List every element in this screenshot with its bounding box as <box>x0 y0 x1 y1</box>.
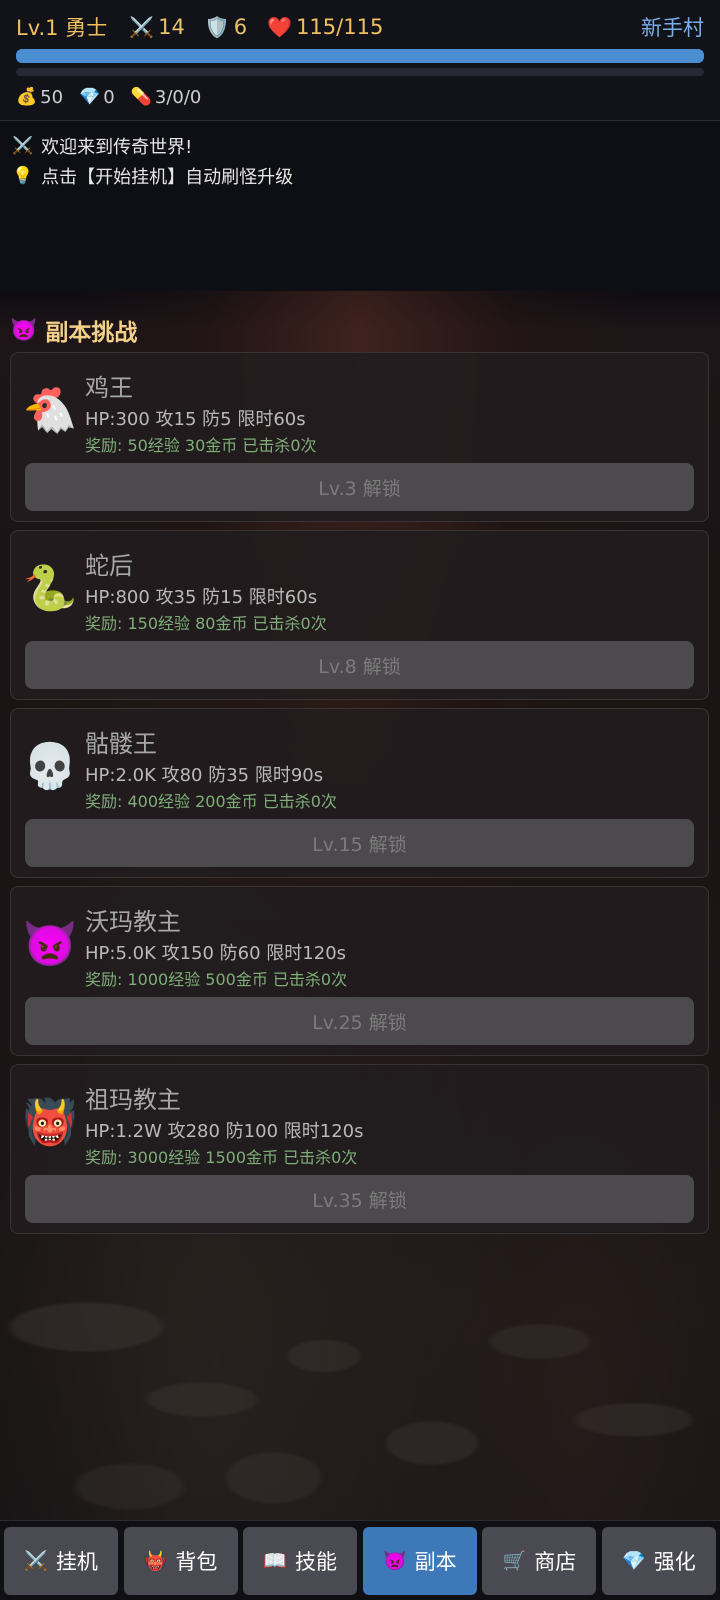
location-label[interactable]: 新手村 <box>641 12 704 42</box>
potion-value: 3/0/0 <box>154 86 202 108</box>
ogre-icon: 👹 <box>143 1550 168 1572</box>
boss-reward: 奖励: 50经验 30金币 已击杀0次 <box>85 436 317 455</box>
log-line: 💡 点击【开始挂机】自动刷怪升级 <box>12 163 293 189</box>
boss-reward: 奖励: 400经验 200金币 已击杀0次 <box>85 792 337 811</box>
exp-bar <box>16 68 704 76</box>
nav-label: 技能 <box>295 1549 338 1574</box>
boss-stats: HP:2.0K 攻80 防35 限时90s <box>85 765 324 786</box>
resources-row: 💰 50 💎 0 💊 3/0/0 <box>16 84 217 110</box>
hp-bar <box>16 49 704 63</box>
nav-idle-button[interactable]: ⚔️ 挂机 <box>4 1526 118 1595</box>
nav-dungeon-button[interactable]: 👿 副本 <box>362 1526 477 1595</box>
crossed-swords-icon: ⚔️ <box>24 1550 48 1572</box>
player-stats-row: Lv.1 勇士 ⚔️ 14 🛡️ 6 ❤️ 115/115 新手村 <box>16 12 704 42</box>
devil-icon: 👿 <box>22 919 78 970</box>
snake-icon: 🐍 <box>22 563 78 614</box>
dungeon-card-chicken-king: 🐔 鸡王 HP:300 攻15 防5 限时60s 奖励: 50经验 30金币 已… <box>10 352 709 522</box>
hp-bar-fill <box>16 49 704 63</box>
unlock-button[interactable]: Lv.35 解锁 <box>25 1175 694 1223</box>
nav-label: 挂机 <box>55 1549 98 1574</box>
crossed-swords-icon: ⚔️ <box>12 136 34 156</box>
dungeon-card-woma-leader: 👿 沃玛教主 HP:5.0K 攻150 防60 限时120s 奖励: 1000经… <box>10 886 709 1056</box>
section-title: 👿 副本挑战 <box>10 310 137 350</box>
lightbulb-icon: 💡 <box>12 166 34 186</box>
hp-value: 115/115 <box>296 15 384 39</box>
gem-value: 0 <box>103 86 115 108</box>
attack-stat: ⚔️ 14 <box>129 15 185 39</box>
nav-label: 副本 <box>414 1549 457 1574</box>
attack-value: 14 <box>158 15 185 39</box>
nav-label: 背包 <box>175 1549 218 1574</box>
book-icon: 📖 <box>263 1550 288 1572</box>
ogre-icon: 👹 <box>22 1097 78 1148</box>
unlock-button[interactable]: Lv.8 解锁 <box>25 641 694 689</box>
boss-name: 鸡王 <box>85 374 133 402</box>
boss-stats: HP:5.0K 攻150 防60 限时120s <box>85 943 347 964</box>
gold-value: 50 <box>40 86 64 108</box>
background-cobblestones <box>0 1240 720 1530</box>
shopping-cart-icon: 🛒 <box>502 1550 527 1572</box>
boss-name: 骷髅王 <box>85 730 157 758</box>
log-line: ⚔️ 欢迎来到传奇世界! <box>12 133 192 159</box>
chicken-icon: 🐔 <box>22 385 78 436</box>
dungeon-card-skeleton-king: 💀 骷髅王 HP:2.0K 攻80 防35 限时90s 奖励: 400经验 20… <box>10 708 709 878</box>
gold-resource: 💰 50 <box>16 87 63 108</box>
boss-stats: HP:800 攻35 防15 限时60s <box>85 587 318 608</box>
crossed-swords-icon: ⚔️ <box>129 15 155 39</box>
class-name: 勇士 <box>65 16 108 40</box>
message-log: ⚔️ 欢迎来到传奇世界! 💡 点击【开始挂机】自动刷怪升级 <box>0 121 720 291</box>
skull-icon: 💀 <box>22 741 78 792</box>
nav-bag-button[interactable]: 👹 背包 <box>123 1526 238 1595</box>
dungeon-card-snake-queen: 🐍 蛇后 HP:800 攻35 防15 限时60s 奖励: 150经验 80金币… <box>10 530 709 700</box>
unlock-button[interactable]: Lv.3 解锁 <box>25 463 694 511</box>
boss-stats: HP:1.2W 攻280 防100 限时120s <box>85 1121 364 1142</box>
dungeon-list: 🐔 鸡王 HP:300 攻15 防5 限时60s 奖励: 50经验 30金币 已… <box>10 352 709 1242</box>
log-text: 点击【开始挂机】自动刷怪升级 <box>41 167 294 188</box>
pill-icon: 💊 <box>130 87 152 107</box>
nav-label: 强化 <box>653 1549 696 1574</box>
shield-icon: 🛡️ <box>204 15 230 39</box>
defense-value: 6 <box>233 15 248 39</box>
devil-icon: 👿 <box>382 1550 407 1572</box>
nav-label: 商店 <box>534 1549 577 1574</box>
boss-name: 蛇后 <box>85 552 133 580</box>
boss-name: 祖玛教主 <box>85 1086 181 1114</box>
nav-shop-button[interactable]: 🛒 商店 <box>482 1526 597 1595</box>
potion-resource: 💊 3/0/0 <box>131 87 202 108</box>
boss-stats: HP:300 攻15 防5 限时60s <box>85 409 306 430</box>
gem-icon: 💎 <box>622 1550 646 1572</box>
gem-resource: 💎 0 <box>79 87 115 108</box>
heart-icon: ❤️ <box>267 15 293 39</box>
boss-reward: 奖励: 1000经验 500金币 已击杀0次 <box>85 970 348 989</box>
status-bar: Lv.1 勇士 ⚔️ 14 🛡️ 6 ❤️ 115/115 新手村 💰 50 💎… <box>0 0 720 121</box>
money-bag-icon: 💰 <box>16 87 38 107</box>
section-title-text: 副本挑战 <box>45 320 138 346</box>
defense-stat: 🛡️ 6 <box>205 15 247 39</box>
bottom-nav: ⚔️ 挂机 👹 背包 📖 技能 👿 副本 🛒 商店 💎 强化 <box>0 1520 720 1600</box>
nav-enhance-button[interactable]: 💎 强化 <box>601 1526 716 1595</box>
gem-icon: 💎 <box>79 87 101 107</box>
dungeon-card-zuma-leader: 👹 祖玛教主 HP:1.2W 攻280 防100 限时120s 奖励: 3000… <box>10 1064 709 1234</box>
boss-reward: 奖励: 3000经验 1500金币 已击杀0次 <box>85 1148 358 1167</box>
unlock-button[interactable]: Lv.25 解锁 <box>25 997 694 1045</box>
unlock-button[interactable]: Lv.15 解锁 <box>25 819 694 867</box>
nav-skills-button[interactable]: 📖 技能 <box>243 1526 358 1595</box>
boss-name: 沃玛教主 <box>85 908 181 936</box>
player-level: Lv.1 勇士 <box>16 12 107 42</box>
level-value: Lv.1 <box>16 16 59 40</box>
boss-reward: 奖励: 150经验 80金币 已击杀0次 <box>85 614 327 633</box>
hp-stat: ❤️ 115/115 <box>267 15 383 39</box>
devil-icon: 👿 <box>10 317 38 343</box>
log-text: 欢迎来到传奇世界! <box>41 137 193 158</box>
